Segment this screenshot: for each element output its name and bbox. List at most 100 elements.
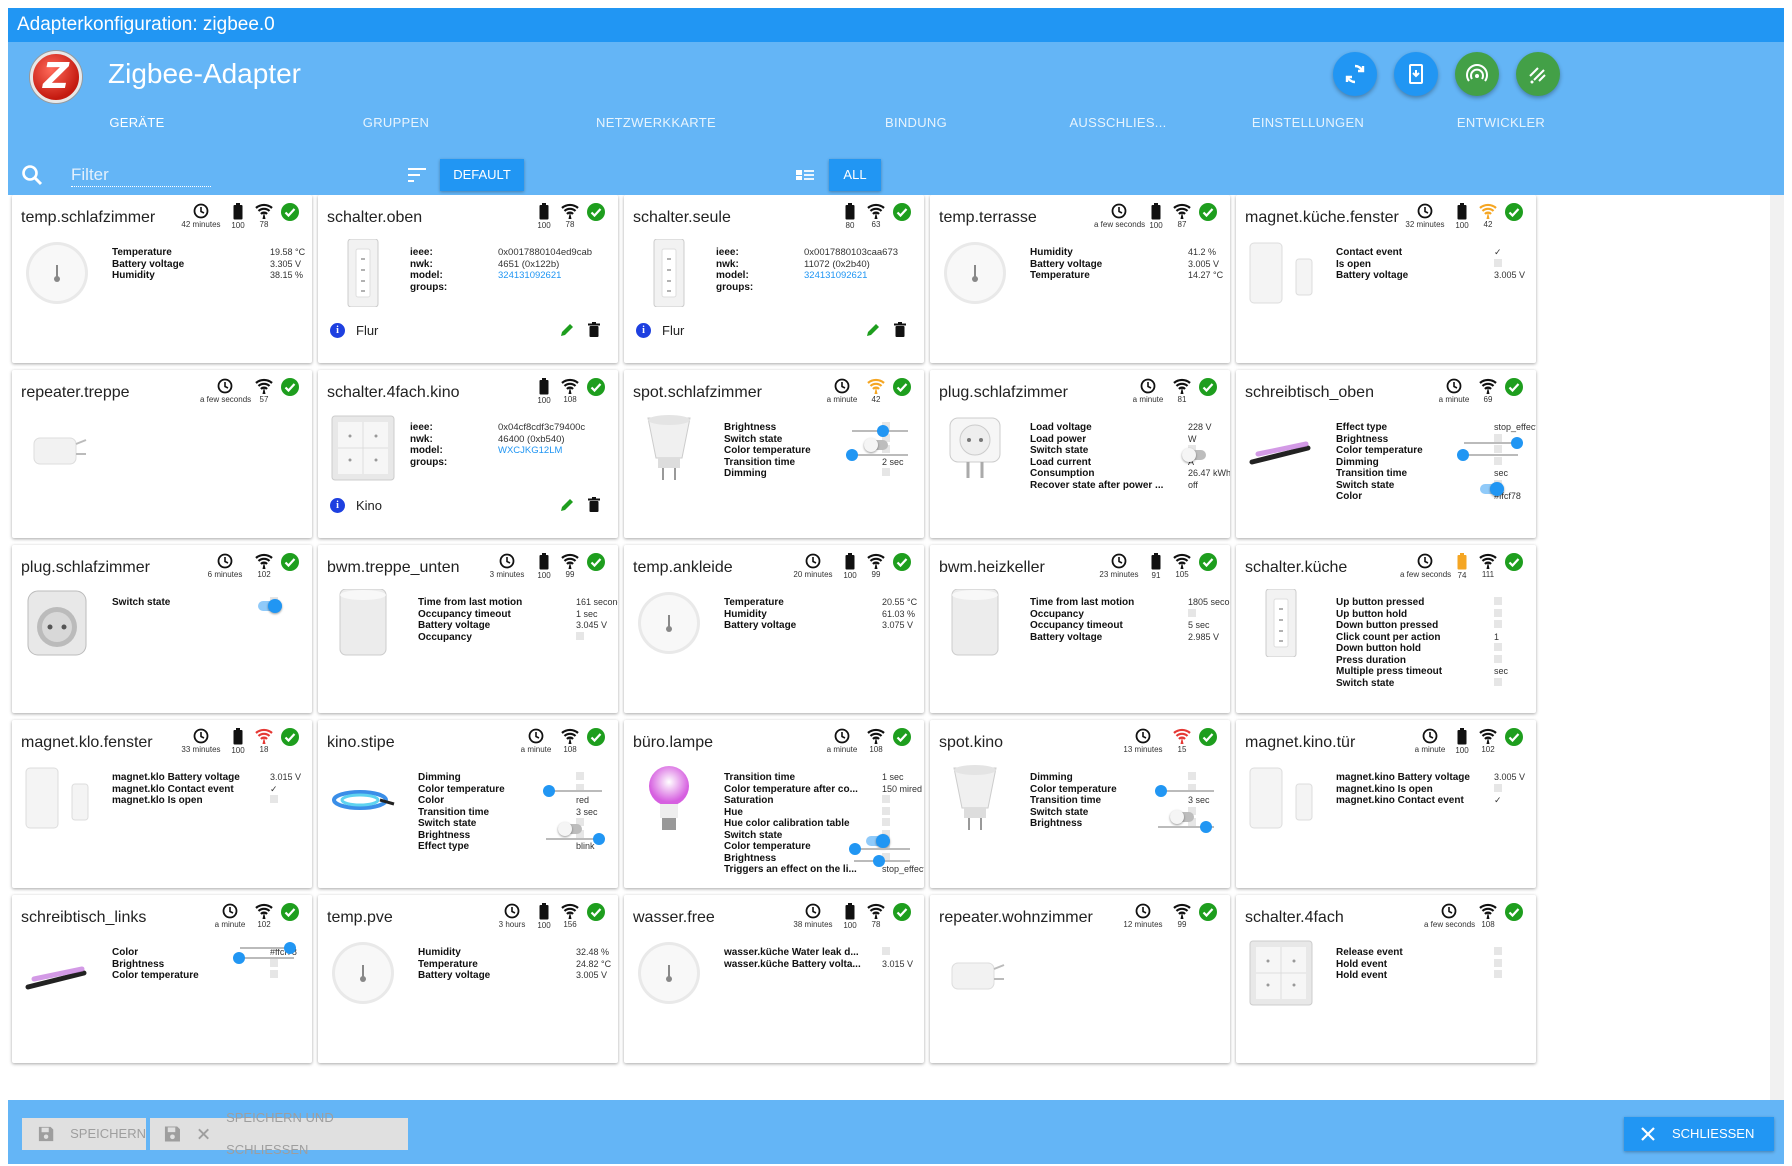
install-code-button[interactable] (1394, 52, 1438, 96)
state-checkbox[interactable] (1494, 620, 1502, 628)
state-checkbox[interactable] (1494, 958, 1502, 967)
state-checkbox[interactable] (1494, 654, 1502, 663)
device-card[interactable]: temp.schlafzimmer 42 minutes 100 78 Temperat… (12, 195, 312, 363)
switch-toggle[interactable] (1480, 482, 1504, 496)
switch-toggle[interactable] (258, 599, 282, 613)
brightness-slider[interactable] (1464, 437, 1524, 449)
state-checkbox[interactable] (882, 795, 890, 803)
type-all-button[interactable]: ALL (829, 159, 881, 191)
close-button[interactable]: SCHLIESSEN (1624, 1117, 1774, 1151)
delete-icon[interactable] (588, 322, 602, 338)
switch-toggle[interactable] (1170, 810, 1194, 824)
refresh-button[interactable] (1333, 52, 1377, 96)
toggle-knob[interactable] (876, 834, 890, 848)
brightness-slider[interactable] (240, 942, 297, 954)
toggle-knob[interactable] (1490, 482, 1504, 496)
info-icon[interactable]: i (330, 323, 345, 338)
device-card[interactable]: plug.schlafzimmer 6 minutes 102 Switch stat… (12, 545, 312, 713)
brightness-slider[interactable] (854, 855, 910, 867)
state-checkbox[interactable] (1494, 433, 1502, 442)
state-checkbox[interactable] (270, 795, 278, 803)
edit-icon[interactable] (560, 323, 574, 337)
state-checkbox[interactable] (1494, 597, 1502, 605)
device-card[interactable]: bwm.heizkeller 23 minutes 91 105 Time from l… (930, 545, 1230, 713)
switch-toggle[interactable] (866, 834, 890, 848)
color-temp-slider[interactable] (1457, 449, 1518, 461)
state-checkbox[interactable] (1494, 258, 1502, 267)
sort-default-button[interactable]: DEFAULT (440, 159, 524, 191)
state-checkbox[interactable] (576, 631, 584, 640)
slider-thumb[interactable] (846, 449, 858, 461)
device-card[interactable]: repeater.wohnzimmer 12 minutes 99 (930, 895, 1230, 1063)
switch-toggle[interactable] (1182, 448, 1206, 462)
info-icon[interactable]: i (330, 498, 345, 513)
device-card[interactable]: magnet.klo.fenster 33 minutes 100 18 magnet.… (12, 720, 312, 888)
state-checkbox[interactable] (1494, 608, 1502, 617)
device-card[interactable]: magnet.kino.tür a minute 100 102 magnet.kino… (1236, 720, 1536, 888)
tab-entwickler[interactable]: ENTWICKLER (1438, 108, 1564, 154)
state-checkbox[interactable] (1494, 677, 1502, 686)
slider-thumb[interactable] (1457, 449, 1470, 461)
switch-toggle[interactable] (864, 438, 888, 452)
slider-thumb[interactable] (233, 952, 246, 964)
device-card[interactable]: büro.lampe a minute 108 Transition time Colo… (624, 720, 924, 888)
state-checkbox[interactable] (1494, 456, 1502, 465)
device-card[interactable]: spot.kino 13 minutes 15 Dimming Color temper… (930, 720, 1230, 888)
state-checkbox[interactable] (882, 468, 890, 476)
device-card[interactable]: plug.schlafzimmer a minute 81 Load voltage L… (930, 370, 1230, 538)
device-card[interactable]: magnet.küche.fenster 32 minutes 100 42 Conta… (1236, 195, 1536, 363)
device-card[interactable]: temp.terrasse a few seconds 100 87 Humidity B… (930, 195, 1230, 363)
state-checkbox[interactable] (1494, 970, 1502, 978)
toggle-knob[interactable] (1170, 810, 1184, 824)
state-checkbox[interactable] (1494, 643, 1502, 651)
state-checkbox[interactable] (882, 818, 890, 826)
color-temp-slider[interactable] (846, 449, 908, 461)
device-card[interactable]: schalter.küche a few seconds 74 111 Up butto… (1236, 545, 1536, 713)
device-card[interactable]: bwm.treppe_unten 3 minutes 100 99 Time from … (318, 545, 618, 713)
touchlink-button[interactable] (1516, 52, 1560, 96)
slider-thumb[interactable] (593, 833, 606, 845)
switch-toggle[interactable] (558, 822, 582, 836)
device-card[interactable]: wasser.free 38 minutes 100 78 wasser.küche W… (624, 895, 924, 1063)
device-card[interactable]: temp.ankleide 20 minutes 100 99 Temperature H… (624, 545, 924, 713)
grid-scrollbar[interactable] (1770, 195, 1784, 1100)
edit-icon[interactable] (560, 498, 574, 512)
device-card[interactable]: schreibtisch_links a minute 102 Color Bright… (12, 895, 312, 1063)
state-checkbox[interactable] (1188, 608, 1196, 617)
delete-icon[interactable] (588, 497, 602, 513)
dimming-slider[interactable] (542, 785, 602, 797)
permit-join-button[interactable] (1455, 52, 1499, 96)
device-card[interactable]: schalter.4fach a few seconds 108 Release ev… (1236, 895, 1536, 1063)
state-checkbox[interactable] (1188, 772, 1196, 780)
state-checkbox[interactable] (270, 958, 278, 967)
filter-input[interactable] (71, 163, 211, 187)
brightness-slider[interactable] (546, 833, 606, 845)
slider-thumb[interactable] (1154, 785, 1167, 797)
tab-einstellungen[interactable]: EINSTELLUNGEN (1218, 108, 1398, 154)
save-close-button[interactable]: SPEICHERN UND SCHLIESSEN (150, 1110, 408, 1157)
toggle-knob[interactable] (268, 599, 282, 613)
state-checkbox[interactable] (1494, 783, 1502, 792)
device-card[interactable]: schalter.oben 100 78 ieee: nwk: model: groups:… (318, 195, 618, 363)
device-card[interactable]: kino.stipe a minute 108 Dimming Color temper… (318, 720, 618, 888)
slider-thumb[interactable] (876, 425, 889, 437)
view-list-icon[interactable] (795, 167, 815, 183)
device-card[interactable]: schalter.seule 80 63 ieee: nwk: model: groups:… (624, 195, 924, 363)
dimming-slider[interactable] (1154, 785, 1214, 797)
tab-geraete[interactable]: GERÄTE (8, 108, 266, 154)
toggle-knob[interactable] (1182, 448, 1196, 462)
device-card[interactable]: schreibtisch_oben a minute 69 Effect type Br… (1236, 370, 1536, 538)
color-temp-slider[interactable] (233, 952, 294, 964)
tab-ausschliessen[interactable]: AUSSCHLIES... (1018, 108, 1218, 154)
tab-bindung[interactable]: BINDUNG (786, 108, 1046, 154)
toggle-knob[interactable] (558, 822, 572, 836)
state-checkbox[interactable] (270, 970, 278, 978)
state-checkbox[interactable] (882, 947, 890, 955)
tab-netzwerkkarte[interactable]: NETZWERKKARTE (526, 108, 786, 154)
device-card[interactable]: schalter.4fach.kino 100 108 ieee: nwk: model:… (318, 370, 618, 538)
sort-icon[interactable] (407, 166, 427, 184)
info-icon[interactable]: i (636, 323, 651, 338)
tab-gruppen[interactable]: GRUPPEN (266, 108, 526, 154)
toggle-knob[interactable] (864, 438, 878, 452)
delete-icon[interactable] (894, 322, 908, 338)
